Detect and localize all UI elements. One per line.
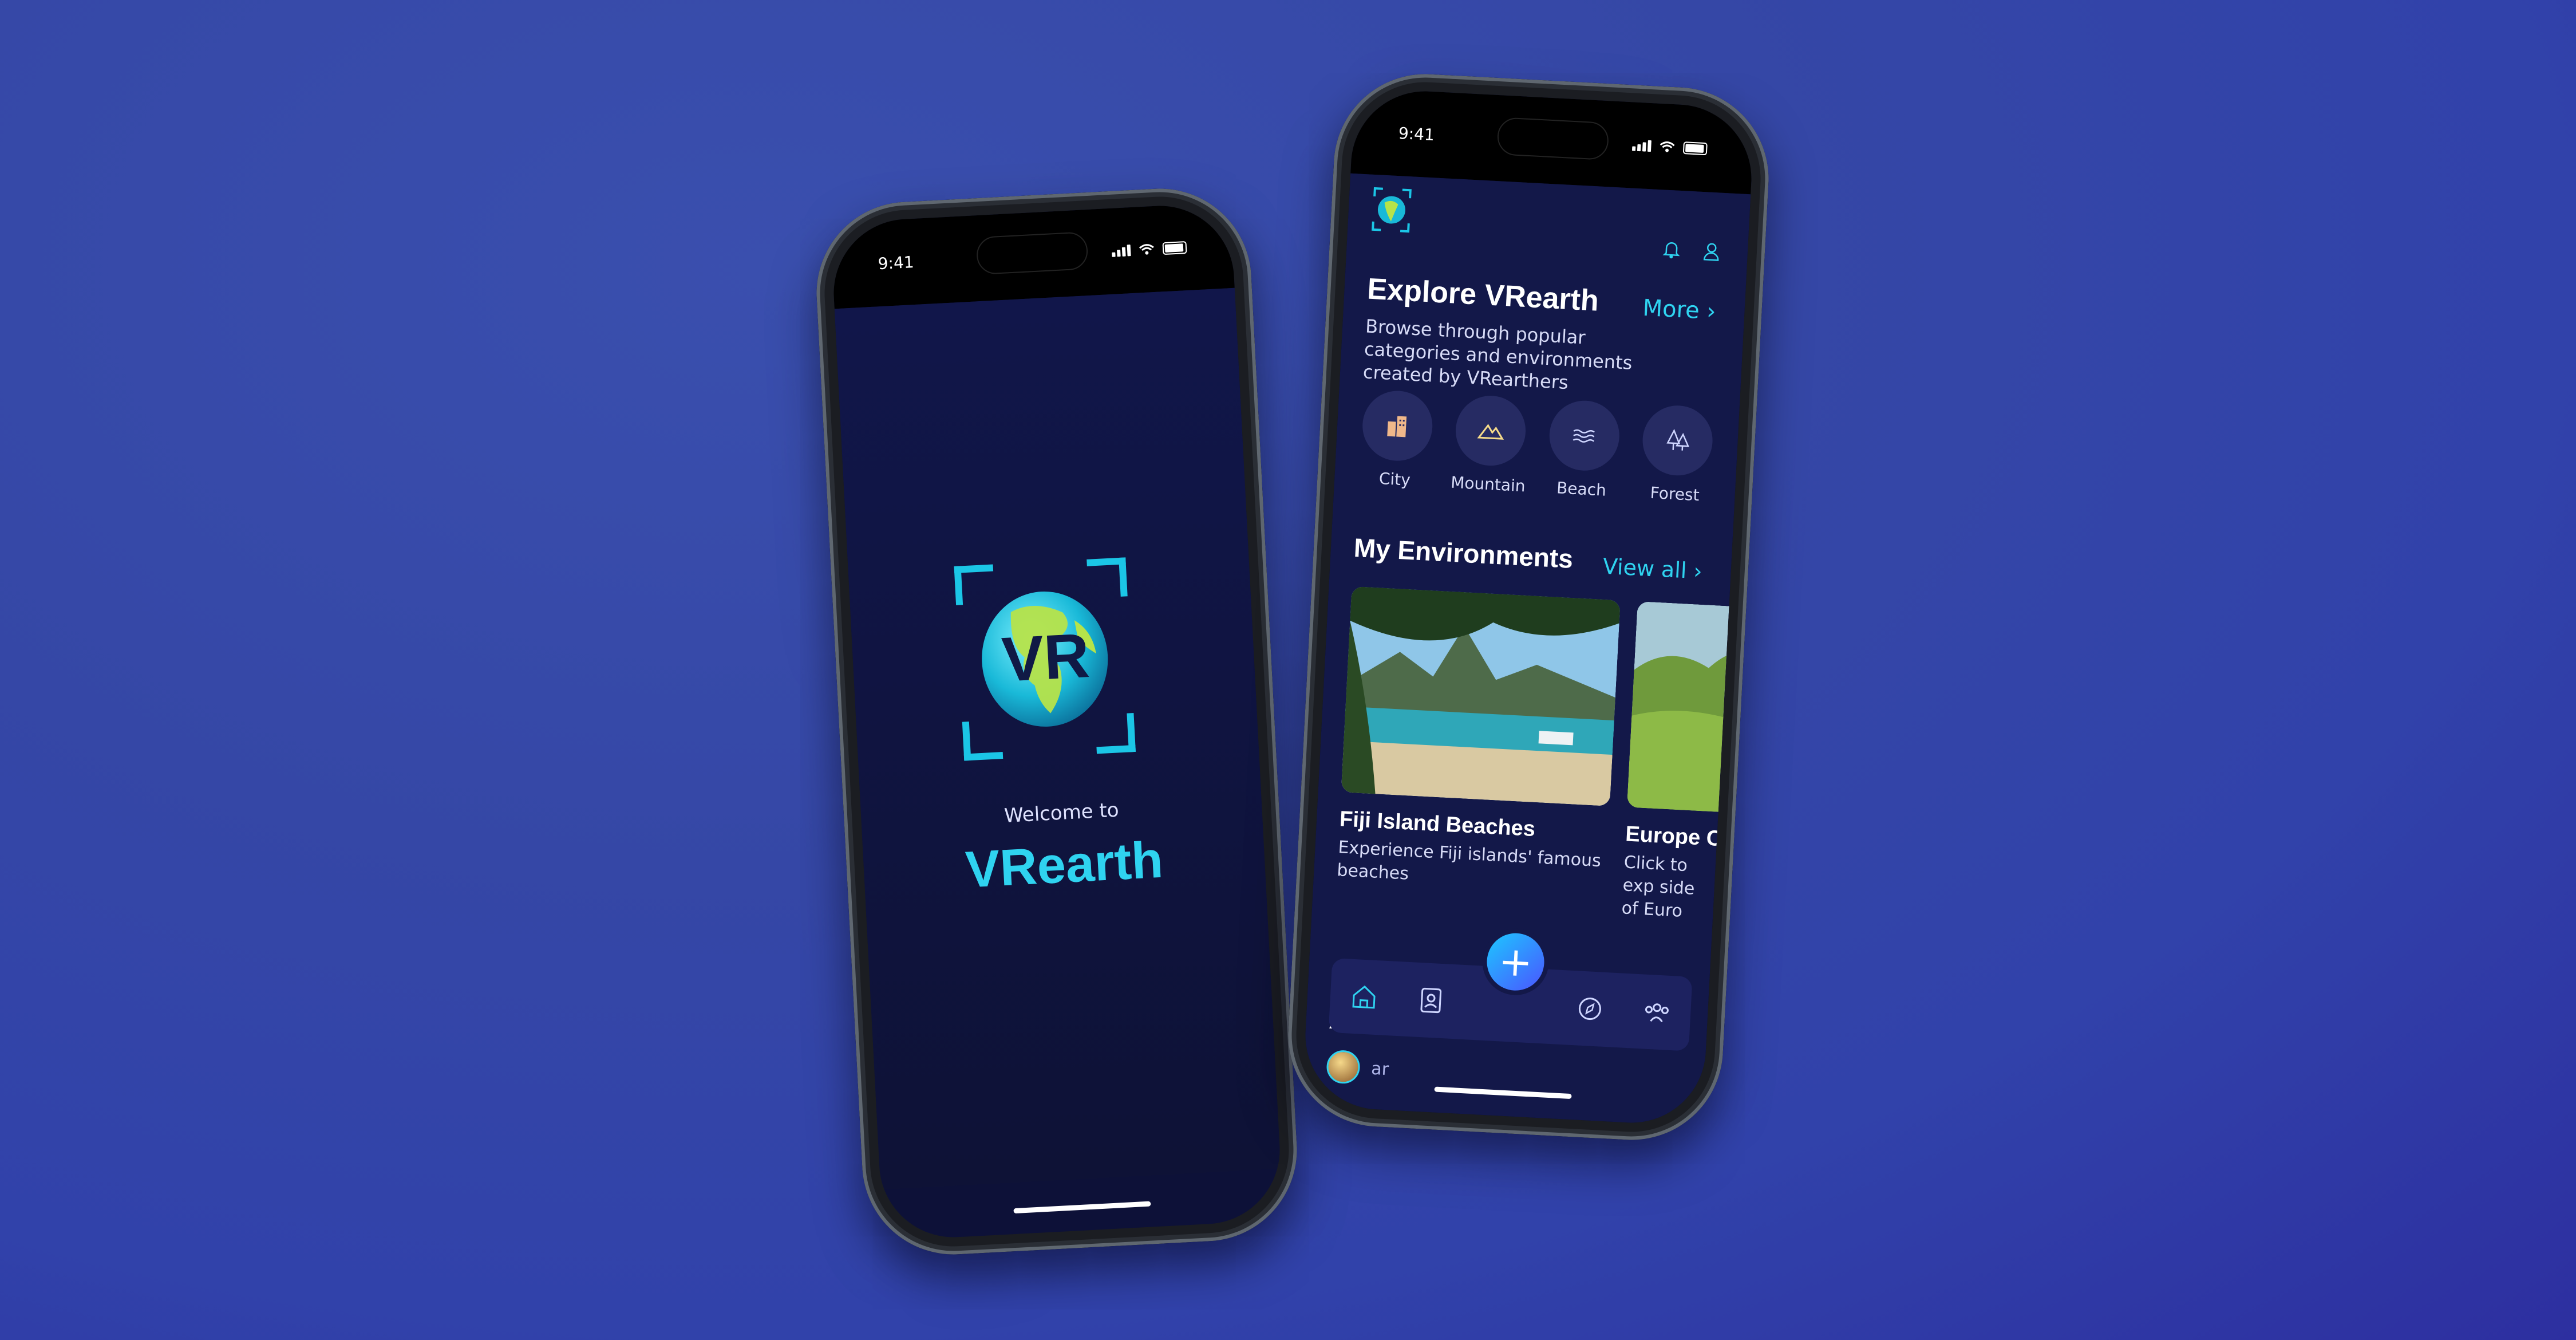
- category-mountain[interactable]: Mountain: [1445, 393, 1536, 496]
- user-icon[interactable]: [1701, 241, 1722, 262]
- category-forest[interactable]: Forest: [1631, 403, 1722, 506]
- category-label: Mountain: [1450, 472, 1526, 496]
- friend-name: Ariche Moosg: [1368, 1121, 1484, 1126]
- profile-card-icon[interactable]: [1414, 984, 1448, 1018]
- dynamic-island: [975, 231, 1089, 275]
- battery-icon: [1682, 141, 1708, 156]
- status-time: 9:41: [877, 252, 915, 273]
- view-all-link[interactable]: View all ›: [1602, 554, 1703, 584]
- brand-title: VRearth: [964, 831, 1165, 899]
- home-icon[interactable]: [1347, 980, 1381, 1014]
- battery-icon: [1162, 241, 1187, 255]
- dynamic-island: [1496, 117, 1610, 161]
- app-logo: VR: [954, 557, 1136, 761]
- friend-row[interactable]: Ariche Moosg: [1322, 1112, 1484, 1127]
- mountain-icon: [1477, 424, 1504, 440]
- beach-icon: [1573, 429, 1595, 443]
- more-label: More: [1642, 294, 1700, 324]
- home-indicator[interactable]: [1013, 1201, 1151, 1214]
- category-label: Forest: [1649, 483, 1700, 505]
- my-environments-title: My Environments: [1353, 532, 1574, 574]
- environment-card[interactable]: Fiji Island Beaches Experience Fiji isla…: [1336, 586, 1621, 896]
- logo-letters: VR: [1000, 620, 1091, 695]
- wifi-icon: [1660, 141, 1675, 152]
- category-city[interactable]: City: [1352, 389, 1443, 491]
- bell-icon[interactable]: [1661, 238, 1682, 260]
- environment-description: Experience Fiji islands' famous beaches: [1336, 837, 1602, 884]
- city-icon: [1387, 416, 1407, 438]
- environment-description: Click to exp side of Euro: [1621, 852, 1696, 921]
- avatar: [1322, 1112, 1358, 1127]
- compass-icon[interactable]: [1573, 992, 1607, 1026]
- environment-image: [1626, 601, 1729, 814]
- category-label: Beach: [1556, 478, 1607, 500]
- home-content: Explore VRearth More › Browse through po…: [1301, 173, 1751, 1127]
- more-link[interactable]: More ›: [1642, 295, 1717, 325]
- environment-card[interactable]: Europe Co Click to exp side of Euro: [1621, 601, 1729, 925]
- app-logo-icon[interactable]: [1370, 186, 1413, 234]
- category-list: City Mountain Beach Forest: [1352, 389, 1722, 506]
- signal-icon: [1112, 245, 1131, 257]
- status-time: 9:41: [1398, 123, 1435, 144]
- forest-icon: [1666, 428, 1690, 451]
- home-screen: 9:41 Explore VRearth More › Browse throu…: [1301, 87, 1756, 1127]
- explore-subtitle: Browse through popular categories and en…: [1362, 315, 1633, 394]
- home-phone: 9:41 Explore VRearth More › Browse throu…: [1283, 69, 1773, 1145]
- category-label: City: [1378, 469, 1411, 490]
- splash-screen: 9:41 VR Welcome to VRearth: [829, 202, 1284, 1242]
- splash-content: VR Welcome to VRearth: [834, 287, 1281, 1190]
- group-icon[interactable]: [1640, 995, 1674, 1029]
- signal-icon: [1631, 139, 1652, 152]
- wifi-icon: [1139, 244, 1154, 255]
- chevron-right-icon: ›: [1693, 558, 1703, 584]
- chevron-right-icon: ›: [1706, 298, 1717, 325]
- friend-name: ar: [1370, 1058, 1390, 1079]
- environment-title: Europe Co: [1625, 822, 1718, 852]
- avatar: [1326, 1049, 1361, 1085]
- explore-title: Explore VRearth: [1366, 272, 1600, 318]
- view-all-label: View all: [1602, 553, 1688, 584]
- environment-image: [1341, 586, 1621, 806]
- friend-row[interactable]: ar: [1326, 1049, 1390, 1086]
- category-beach[interactable]: Beach: [1538, 399, 1629, 501]
- splash-phone: 9:41 VR Welcome to VRearth: [812, 184, 1302, 1259]
- globe-icon: VR: [982, 591, 1108, 727]
